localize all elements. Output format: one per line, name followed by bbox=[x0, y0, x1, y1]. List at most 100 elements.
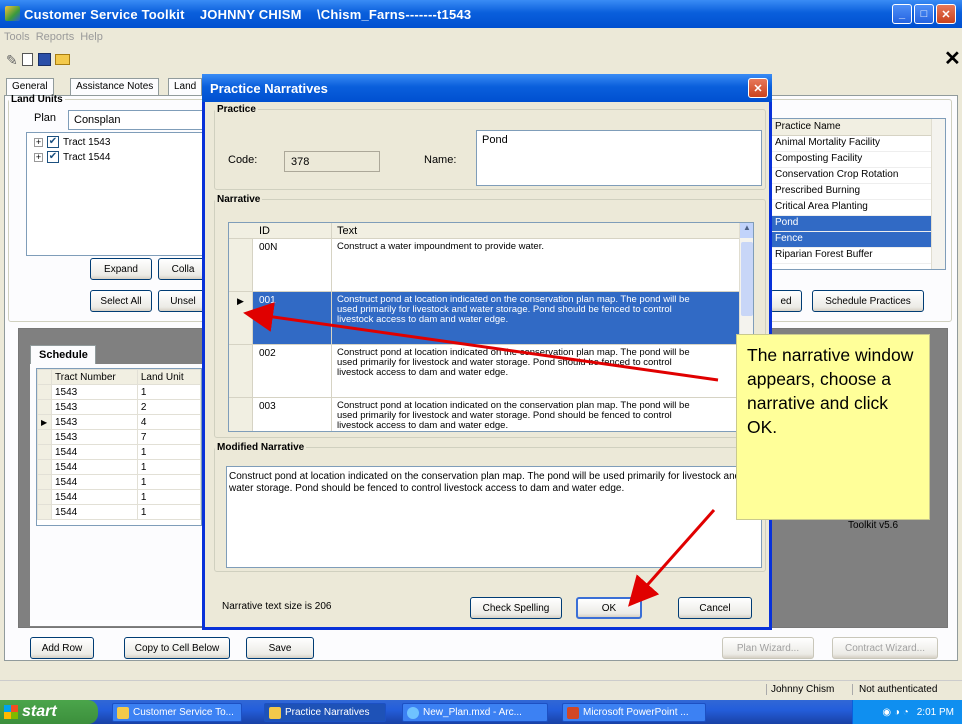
plan-wizard-button[interactable]: Plan Wizard... bbox=[722, 637, 814, 659]
tree-item-tract-1543[interactable]: + ✔ Tract 1543 bbox=[34, 136, 110, 148]
save-icon[interactable] bbox=[38, 53, 51, 66]
tree-item-tract-1544[interactable]: + ✔ Tract 1544 bbox=[34, 151, 110, 163]
scroll-up-arrow[interactable]: ▲ bbox=[740, 223, 753, 238]
schedule-cell[interactable]: 4 bbox=[136, 414, 201, 430]
row-selector[interactable] bbox=[229, 398, 253, 431]
checkbox-checked[interactable]: ✔ bbox=[47, 136, 59, 148]
row-selector[interactable] bbox=[37, 474, 52, 490]
task-customer-service[interactable]: Customer Service To... bbox=[112, 703, 242, 722]
schedule-col-header[interactable]: Tract Number bbox=[51, 369, 138, 385]
start-button[interactable]: start bbox=[0, 700, 98, 724]
practice-item[interactable]: Animal Mortality Facility bbox=[771, 136, 945, 152]
schedule-cell[interactable]: 1 bbox=[136, 444, 201, 460]
plan-select[interactable]: Consplan bbox=[68, 110, 208, 130]
cancel-button[interactable]: Cancel bbox=[678, 597, 752, 619]
narrative-text[interactable]: Construct pond at location indicated on … bbox=[337, 401, 707, 431]
schedule-cell[interactable]: 1544 bbox=[51, 474, 138, 490]
practice-item[interactable]: Prescribed Burning bbox=[771, 184, 945, 200]
task-powerpoint[interactable]: Microsoft PowerPoint ... bbox=[562, 703, 706, 722]
schedule-cell[interactable]: 1 bbox=[136, 474, 201, 490]
tray-icons[interactable]: ◉ ◑ ◔ bbox=[882, 707, 908, 718]
practice-item[interactable]: Critical Area Planting bbox=[771, 200, 945, 216]
schedule-cell[interactable]: 7 bbox=[136, 429, 201, 445]
modified-narrative-field[interactable]: Construct pond at location indicated on … bbox=[226, 466, 762, 568]
minimize-button[interactable]: _ bbox=[892, 4, 912, 24]
schedule-cell[interactable]: 1544 bbox=[51, 459, 138, 475]
row-selector[interactable] bbox=[37, 399, 52, 415]
menu-tools[interactable]: Tools bbox=[4, 31, 30, 43]
schedule-cell[interactable]: 1543 bbox=[51, 429, 138, 445]
practice-scrollbar[interactable] bbox=[931, 119, 945, 269]
tab-schedule[interactable]: Schedule bbox=[30, 345, 96, 365]
table-row[interactable]: ▶ 1543 4 bbox=[37, 414, 201, 430]
practice-item[interactable]: Fence bbox=[771, 232, 945, 248]
schedule-cell[interactable]: 1544 bbox=[51, 489, 138, 505]
narrative-row[interactable]: 00N Construct a water impoundment to prov… bbox=[229, 239, 739, 292]
narrative-id[interactable]: 00N bbox=[259, 242, 277, 253]
schedule-cell[interactable]: 1543 bbox=[51, 414, 138, 430]
new-document-icon[interactable] bbox=[22, 53, 33, 66]
scroll-thumb[interactable] bbox=[741, 242, 753, 316]
task-practice-narratives[interactable]: Practice Narratives bbox=[264, 703, 386, 722]
copy-to-cell-below-button[interactable]: Copy to Cell Below bbox=[124, 637, 230, 659]
schedule-cell[interactable]: 1 bbox=[136, 504, 201, 520]
narrative-text[interactable]: Construct pond at location indicated on … bbox=[337, 348, 707, 395]
row-selector[interactable] bbox=[229, 345, 253, 397]
table-row[interactable]: 1544 1 bbox=[37, 444, 201, 460]
schedule-col-header[interactable]: Land Unit bbox=[136, 369, 201, 385]
table-row[interactable]: 1543 1 bbox=[37, 384, 201, 400]
close-button[interactable]: ✕ bbox=[936, 4, 956, 24]
close-x-icon[interactable]: ✕ bbox=[944, 46, 961, 71]
menu-reports[interactable]: Reports bbox=[36, 31, 75, 43]
narrative-row[interactable]: ▶ 001 Construct pond at location indicated… bbox=[229, 292, 739, 345]
dialog-close-button[interactable]: ✕ bbox=[748, 78, 768, 98]
narrative-id[interactable]: 001 bbox=[259, 295, 276, 306]
schedule-cell[interactable]: 1 bbox=[136, 384, 201, 400]
menu-help[interactable]: Help bbox=[80, 31, 103, 43]
wrench-icon[interactable]: ✎ bbox=[6, 52, 18, 69]
practice-ed-button[interactable]: ed bbox=[770, 290, 802, 312]
row-selector[interactable] bbox=[37, 384, 52, 400]
expand-button[interactable]: Expand bbox=[90, 258, 152, 280]
schedule-cell[interactable]: 1 bbox=[136, 459, 201, 475]
schedule-cell[interactable]: 1543 bbox=[51, 399, 138, 415]
table-row[interactable]: 1544 1 bbox=[37, 474, 201, 490]
narrative-text[interactable]: Construct pond at location indicated on … bbox=[337, 295, 707, 342]
contract-wizard-button[interactable]: Contract Wizard... bbox=[832, 637, 938, 659]
open-folder-icon[interactable] bbox=[55, 54, 70, 65]
dialog-titlebar[interactable]: Practice Narratives ✕ bbox=[202, 74, 772, 102]
narrative-row[interactable]: 002 Construct pond at location indicated … bbox=[229, 345, 739, 398]
table-row[interactable]: 1543 2 bbox=[37, 399, 201, 415]
ok-button[interactable]: OK bbox=[576, 597, 642, 619]
main-titlebar[interactable]: Customer Service Toolkit JOHNNY CHISM \C… bbox=[0, 0, 962, 28]
expand-plus-icon[interactable]: + bbox=[34, 137, 43, 147]
col-id-header[interactable]: ID bbox=[259, 225, 270, 237]
row-selector[interactable] bbox=[37, 459, 52, 475]
schedule-cell[interactable]: 1543 bbox=[51, 384, 138, 400]
expand-plus-icon[interactable]: + bbox=[34, 152, 43, 162]
checkbox-checked[interactable]: ✔ bbox=[47, 151, 59, 163]
row-selector[interactable] bbox=[37, 504, 52, 520]
maximize-button[interactable]: □ bbox=[914, 4, 934, 24]
row-selector[interactable] bbox=[37, 489, 52, 505]
add-row-button[interactable]: Add Row bbox=[30, 637, 94, 659]
select-all-button[interactable]: Select All bbox=[90, 290, 152, 312]
schedule-cell[interactable]: 1 bbox=[136, 489, 201, 505]
collapse-button[interactable]: Colla bbox=[158, 258, 208, 280]
practice-item[interactable]: Pond bbox=[771, 216, 945, 232]
check-spelling-button[interactable]: Check Spelling bbox=[470, 597, 562, 619]
narrative-row[interactable]: 003 Construct pond at location indicated … bbox=[229, 398, 739, 431]
col-text-header[interactable]: Text bbox=[337, 225, 357, 237]
task-arcmap[interactable]: New_Plan.mxd - Arc... bbox=[402, 703, 548, 722]
row-selector[interactable] bbox=[229, 239, 253, 291]
row-selector[interactable]: ▶ bbox=[229, 292, 253, 344]
schedule-cell[interactable]: 1544 bbox=[51, 504, 138, 520]
table-row[interactable]: 1544 1 bbox=[37, 504, 201, 520]
row-selector[interactable] bbox=[37, 429, 52, 445]
practice-item[interactable]: Conservation Crop Rotation bbox=[771, 168, 945, 184]
narrative-id[interactable]: 003 bbox=[259, 401, 276, 412]
table-row[interactable]: 1544 1 bbox=[37, 489, 201, 505]
practice-item[interactable]: Composting Facility bbox=[771, 152, 945, 168]
narrative-id[interactable]: 002 bbox=[259, 348, 276, 359]
row-selector[interactable] bbox=[37, 444, 52, 460]
